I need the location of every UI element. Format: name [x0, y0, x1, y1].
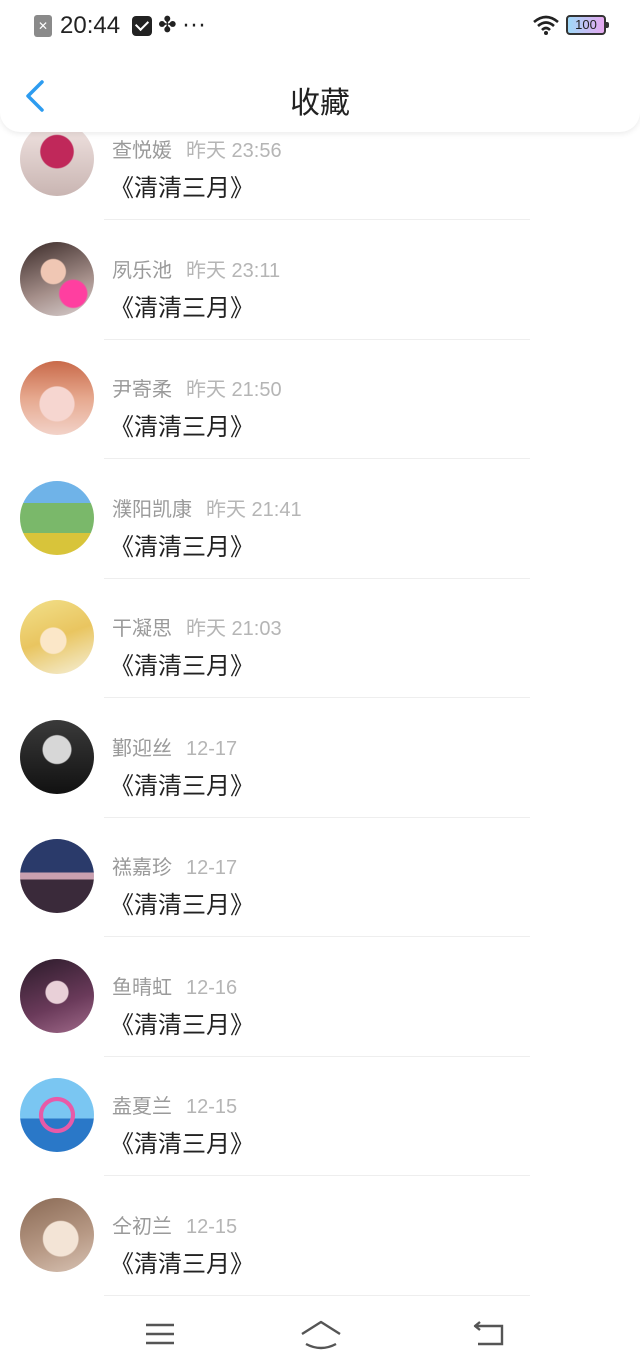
- user-name[interactable]: 干凝思: [112, 616, 172, 640]
- list-item[interactable]: 尹寄柔 昨天 21:50 《清清三月》: [0, 339, 640, 459]
- notification-icon: ✕: [34, 15, 52, 37]
- timestamp: 12-15: [186, 1096, 238, 1118]
- list-item[interactable]: 鄞迎丝 12-17 《清清三月》: [0, 698, 640, 818]
- battery-indicator: 100: [566, 15, 609, 35]
- work-title[interactable]: 《清清三月》: [110, 885, 254, 920]
- avatar: [20, 361, 94, 435]
- avatar: [20, 122, 94, 196]
- timestamp: 12-16: [186, 977, 238, 999]
- user-name[interactable]: 仝初兰: [112, 1214, 172, 1238]
- list-item[interactable]: 鱼晴虹 12-16 《清清三月》: [0, 937, 640, 1057]
- home-button[interactable]: [298, 1316, 344, 1352]
- timestamp: 12-17: [186, 738, 238, 760]
- navigation-bar: [0, 1300, 640, 1372]
- work-title[interactable]: 《清清三月》: [110, 168, 254, 203]
- user-name[interactable]: 鄞迎丝: [112, 736, 172, 760]
- user-name[interactable]: 盍夏兰: [112, 1094, 172, 1118]
- page-title: 收藏: [290, 86, 350, 121]
- timestamp: 12-17: [186, 857, 238, 879]
- timestamp: 昨天 21:03: [186, 618, 282, 640]
- avatar: [20, 720, 94, 794]
- avatar: [20, 839, 94, 913]
- timestamp: 昨天 21:50: [186, 379, 282, 401]
- timestamp: 昨天 21:41: [206, 499, 302, 521]
- user-name[interactable]: 濮阳凯康: [112, 497, 192, 521]
- user-name[interactable]: 禚嘉珍: [112, 855, 172, 879]
- list-item[interactable]: 濮阳凯康 昨天 21:41 《清清三月》: [0, 459, 640, 579]
- work-title[interactable]: 《清清三月》: [110, 527, 254, 562]
- list-item[interactable]: 盍夏兰 12-15 《清清三月》: [0, 1056, 640, 1176]
- list-item[interactable]: 仝初兰 12-15 《清清三月》: [0, 1176, 640, 1296]
- work-title[interactable]: 《清清三月》: [110, 766, 254, 801]
- user-name[interactable]: 夙乐池: [112, 258, 172, 282]
- avatar: [20, 1198, 94, 1272]
- status-time: 20:44: [60, 12, 121, 39]
- user-name[interactable]: 尹寄柔: [112, 377, 172, 401]
- work-title[interactable]: 《清清三月》: [110, 407, 254, 442]
- divider: [104, 1295, 530, 1296]
- user-name[interactable]: 鱼晴虹: [112, 975, 172, 999]
- work-title[interactable]: 《清清三月》: [110, 646, 254, 681]
- app-icon: ✤: [158, 13, 177, 38]
- wifi-icon: [533, 15, 559, 35]
- list-item[interactable]: 禚嘉珍 12-17 《清清三月》: [0, 817, 640, 937]
- menu-button[interactable]: [140, 1316, 180, 1352]
- home-icon: [301, 1320, 341, 1350]
- back-nav-button[interactable]: [470, 1316, 510, 1352]
- back-arrow-icon: [473, 1321, 504, 1346]
- avatar: [20, 600, 94, 674]
- menu-icon: [146, 1323, 174, 1345]
- header-bar: 收藏: [0, 50, 640, 132]
- timestamp: 12-15: [186, 1216, 238, 1238]
- list-item[interactable]: 夙乐池 昨天 23:11 《清清三月》: [0, 220, 640, 340]
- avatar: [20, 481, 94, 555]
- timestamp: 昨天 23:56: [186, 140, 282, 162]
- user-name[interactable]: 查悦媛: [112, 138, 172, 162]
- more-notifications-icon: ···: [182, 13, 207, 39]
- message-icon: [132, 16, 153, 36]
- status-bar: ✕ 20:44 ✤ ··· 100: [0, 0, 640, 50]
- work-title[interactable]: 《清清三月》: [110, 288, 254, 323]
- work-title[interactable]: 《清清三月》: [110, 1124, 254, 1159]
- avatar: [20, 242, 94, 316]
- work-title[interactable]: 《清清三月》: [110, 1005, 254, 1040]
- timestamp: 昨天 23:11: [186, 260, 281, 282]
- list-item[interactable]: 干凝思 昨天 21:03 《清清三月》: [0, 578, 640, 698]
- avatar: [20, 959, 94, 1033]
- work-title[interactable]: 《清清三月》: [110, 1244, 254, 1279]
- avatar: [20, 1078, 94, 1152]
